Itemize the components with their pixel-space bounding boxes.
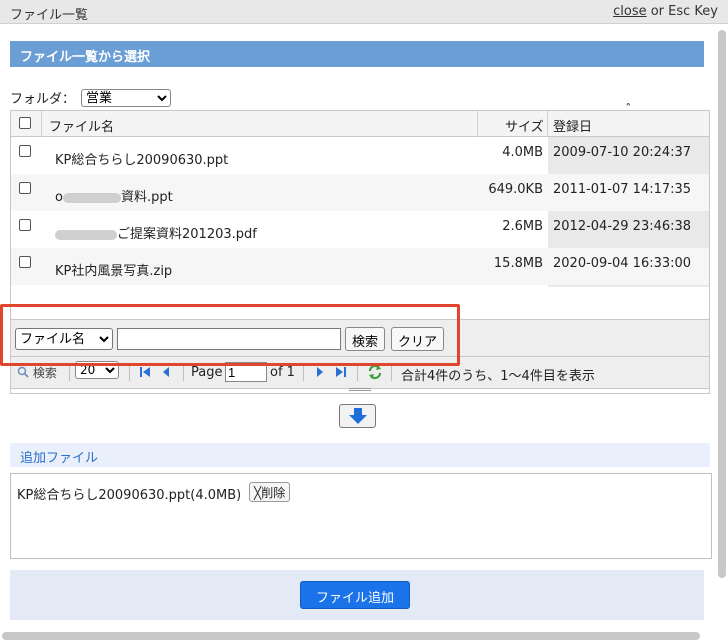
refresh-icon[interactable]: [367, 364, 383, 380]
sort-indicator-icon: ˆ: [625, 103, 632, 118]
file-name-text: 資料.ppt: [120, 190, 173, 205]
vertical-scrollbar[interactable]: [718, 30, 726, 578]
file-name: KP社内風景写真.zip: [55, 264, 173, 279]
highlight-box: [0, 304, 460, 366]
redacted-text: [62, 192, 121, 203]
file-name: o 資料.ppt: [55, 186, 173, 205]
redacted-text: [55, 229, 117, 240]
added-file-item: KP総合ちらし20090630.ppt(4.0MB): [17, 488, 242, 503]
table-row[interactable]: KP総合ちらし20090630.ppt 4.0MB 2009-07-10 20:…: [11, 137, 709, 174]
next-page-icon[interactable]: [315, 366, 325, 378]
esc-key-hint: or Esc Key: [646, 4, 718, 19]
page-of-label: of 1: [270, 365, 295, 380]
row-checkbox[interactable]: [19, 256, 31, 268]
horizontal-scrollbar[interactable]: [2, 632, 700, 640]
magnifier-icon: [17, 366, 29, 378]
pager-search-label: 検索: [32, 366, 57, 380]
close-link[interactable]: close: [613, 4, 646, 19]
row-checkbox[interactable]: [19, 219, 31, 231]
last-page-icon[interactable]: [335, 366, 347, 378]
grid-resize-handle[interactable]: [349, 388, 371, 391]
column-divider: [41, 111, 42, 137]
added-files-list: KP総合ちらし20090630.ppt(4.0MB) ╳削除: [10, 473, 712, 559]
row-checkbox[interactable]: [19, 182, 31, 194]
column-header-date[interactable]: 登録日: [553, 116, 592, 135]
folder-select[interactable]: 営業: [81, 88, 172, 107]
file-name: KP総合ちらし20090630.ppt: [55, 153, 229, 168]
table-row[interactable]: KP社内風景写真.zip 15.8MB 2020-09-04 16:33:00: [11, 248, 709, 285]
folder-label: フォルダ：: [10, 92, 76, 107]
added-files-header: 追加ファイル: [10, 443, 710, 467]
column-header-size[interactable]: サイズ: [505, 116, 544, 135]
row-checkbox[interactable]: [19, 145, 31, 157]
file-size: 649.0KB: [488, 182, 543, 197]
file-date: 2011-01-07 14:17:35: [553, 182, 692, 197]
prev-page-icon[interactable]: [161, 366, 171, 378]
pager-summary: 合計4件のうち、1〜4件目を表示: [401, 369, 595, 384]
file-size: 15.8MB: [493, 256, 543, 271]
delete-button[interactable]: ╳削除: [249, 482, 291, 502]
add-file-button[interactable]: ファイル追加: [300, 581, 410, 609]
window-titlebar: ファイル一覧 close or Esc Key: [0, 0, 728, 24]
file-name-prefix: o: [55, 190, 63, 205]
footer-bar: ファイル追加: [10, 570, 704, 620]
section-header: ファイル一覧から選択: [10, 41, 704, 67]
file-name-text: ご提案資料201203.pdf: [117, 227, 257, 242]
file-size: 2.6MB: [502, 219, 543, 234]
close-hint: close or Esc Key: [613, 4, 718, 19]
page-label: Page: [191, 365, 223, 380]
grid-header: ファイル名 サイズ 登録日 ˆ: [11, 103, 709, 137]
table-row[interactable]: ご提案資料201203.pdf 2.6MB 2012-04-29 23:46:3…: [11, 211, 709, 248]
delete-label: 削除: [261, 486, 286, 500]
column-header-name[interactable]: ファイル名: [49, 116, 114, 135]
column-divider: [477, 111, 478, 137]
pager-search[interactable]: 検索: [17, 364, 57, 381]
file-name: ご提案資料201203.pdf: [55, 223, 257, 242]
window-title: ファイル一覧: [10, 8, 89, 23]
folder-row: フォルダ： 営業: [10, 88, 172, 107]
file-size: 4.0MB: [502, 145, 543, 160]
select-all-checkbox[interactable]: [19, 117, 31, 129]
file-date: 2012-04-29 23:46:38: [553, 219, 692, 234]
first-page-icon[interactable]: [139, 366, 151, 378]
table-row[interactable]: o 資料.ppt 649.0KB 2011-01-07 14:17:35: [11, 174, 709, 211]
arrow-down-icon: [349, 408, 367, 424]
add-selected-button[interactable]: [339, 404, 376, 428]
file-date: 2020-09-04 16:33:00: [553, 256, 692, 271]
column-divider: [547, 111, 548, 137]
file-date: 2009-07-10 20:24:37: [553, 145, 692, 160]
